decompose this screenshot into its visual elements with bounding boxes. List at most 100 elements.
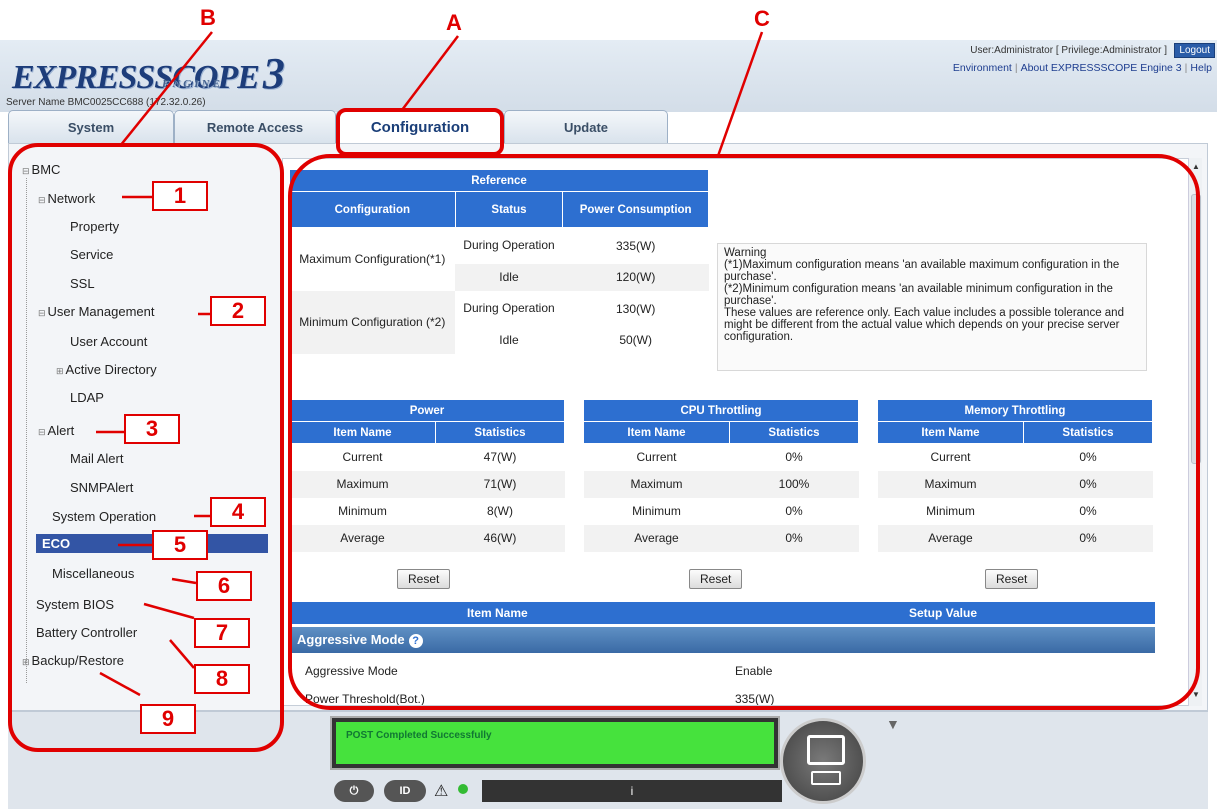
stat-value: 47(W) [483, 450, 517, 465]
table-title: Memory Throttling [877, 399, 1153, 422]
server-name: Server Name BMC0025CC688 (172.32.0.26) [6, 97, 206, 108]
ref-value: 130(W) [562, 290, 709, 327]
environment-link[interactable]: Environment [950, 62, 1015, 74]
setup-header: Item Name Setup Value [289, 602, 1155, 624]
stat-label: Current [342, 450, 383, 465]
stat-value: 0% [1023, 524, 1153, 552]
scroll-thumb[interactable] [1191, 194, 1201, 464]
logout-button[interactable]: Logout [1174, 43, 1215, 58]
ref-value: 50(W) [619, 333, 652, 347]
memory-throttling-table: Memory Throttling Item Name Statistics Cu… [877, 399, 1153, 552]
warning-line: These values are reference only. Each va… [724, 307, 1124, 319]
keyboard-icon [811, 771, 841, 785]
col-item-name: Item Name [583, 421, 730, 444]
cpu-reset-button[interactable]: Reset [689, 569, 743, 589]
content-scrollbar[interactable]: ▲ ▼ [1188, 158, 1202, 706]
annotation-number: 4 [210, 497, 266, 527]
power-icon[interactable]: ⏻ [334, 780, 374, 802]
status-bar: i [482, 780, 782, 802]
col-status: Status [454, 191, 564, 228]
ref-status: During Operation [455, 290, 563, 327]
callout-c: C [754, 6, 770, 31]
tree-item-alert[interactable]: ⊟ Alert [38, 423, 74, 438]
power-table: Power Item Name Statistics Current 47(W) M… [289, 399, 565, 552]
tree-item-bmc[interactable]: ⊟ BMC [22, 162, 60, 177]
stat-label: Minimum [338, 504, 387, 518]
tab-configuration[interactable]: Configuration [336, 110, 504, 144]
tab-update[interactable]: Update [504, 110, 668, 144]
cpu-throttling-table: CPU Throttling Item Name Statistics Curre… [583, 399, 859, 552]
scroll-down-icon[interactable]: ▼ [1192, 690, 1200, 699]
tree-item-service[interactable]: Service [70, 247, 113, 262]
tree-item-user-account[interactable]: User Account [70, 334, 147, 349]
ref-max-config: Maximum Configuration(*1) [299, 251, 446, 266]
col-statistics: Statistics [435, 421, 565, 444]
stat-value: 0% [1079, 504, 1097, 518]
about-link[interactable]: About EXPRESSSCOPE Engine 3 [1018, 62, 1185, 74]
user-info: User:Administrator [ Privilege:Administr… [970, 45, 1167, 56]
col-item-name: Item Name [289, 421, 436, 444]
stat-label: Maximum [877, 470, 1024, 498]
power-reset-button[interactable]: Reset [397, 569, 451, 589]
tree-item-user-management[interactable]: ⊟ User Management [38, 304, 155, 319]
stat-value: 0% [785, 450, 803, 465]
col-statistics: Statistics [1023, 421, 1153, 444]
tree-guide-line [26, 178, 27, 683]
annotation-number: 6 [196, 571, 252, 601]
aggressive-mode-section: Aggressive Mode? [289, 627, 1155, 653]
tree-item-ldap[interactable]: LDAP [70, 390, 104, 405]
tree-item-network[interactable]: ⊟ Network [38, 191, 95, 206]
scroll-up-icon[interactable]: ▲ [1192, 162, 1200, 171]
stat-value: 46(W) [435, 524, 565, 552]
stat-value: 0% [785, 504, 803, 518]
annotation-number: 8 [194, 664, 250, 694]
reference-title: Reference [289, 169, 709, 192]
tab-system[interactable]: System [8, 110, 174, 144]
warning-line: (*1)Maximum configuration means 'an avai… [724, 259, 1120, 283]
tree-item-battery-controller[interactable]: Battery Controller [36, 625, 137, 640]
tree-item-backup-restore[interactable]: ⊞ Backup/Restore [22, 653, 124, 668]
stat-label: Average [289, 524, 436, 552]
tree-item-mail-alert[interactable]: Mail Alert [70, 451, 123, 466]
status-led-icon [458, 784, 468, 794]
col-item-name: Item Name [877, 421, 1024, 444]
warning-line: might be different from the actual value… [724, 319, 1120, 343]
tree-item-ssl[interactable]: SSL [70, 276, 95, 291]
stat-value: 100% [729, 470, 859, 498]
col-power-consumption: Power Consumption [562, 191, 709, 228]
id-button[interactable]: ID [384, 780, 426, 802]
warning-line: (*2)Minimum configuration means 'an avai… [724, 283, 1113, 307]
tree-item-active-directory[interactable]: ⊞ Active Directory [56, 362, 157, 377]
help-link[interactable]: Help [1187, 62, 1215, 74]
eco-content-pane: Reference Configuration Status Power Con… [282, 158, 1194, 706]
annotation-number: 3 [124, 414, 180, 444]
stat-label: Average [877, 524, 1024, 552]
tree-item-miscellaneous[interactable]: Miscellaneous [52, 566, 134, 581]
callout-b: B [200, 5, 216, 30]
monitor-icon [807, 735, 845, 765]
warning-box: Warning (*1)Maximum configuration means … [717, 243, 1147, 371]
tree-item-system-bios[interactable]: System BIOS [36, 597, 114, 612]
setup-row: Power Threshold(Bot.) 335(W) [289, 687, 1155, 706]
logo: EXPRESSSCOPE3 ENGINE [12, 49, 285, 98]
remote-kvm-button[interactable] [780, 718, 866, 804]
ref-status: During Operation [463, 238, 555, 253]
tree-item-property[interactable]: Property [70, 219, 119, 234]
memory-reset-button[interactable]: Reset [985, 569, 1039, 589]
warning-title: Warning [724, 247, 767, 259]
col-statistics: Statistics [729, 421, 859, 444]
stat-value: 71(W) [435, 470, 565, 498]
tree-item-system-operation[interactable]: System Operation [52, 509, 156, 524]
lcd-display: POST Completed Successfully [336, 722, 774, 764]
help-icon[interactable]: ? [408, 634, 423, 648]
reference-table: Reference Configuration Status Power Con… [289, 169, 709, 354]
stat-label: Average [583, 524, 730, 552]
panel-toggle-icon[interactable]: ▼ [886, 716, 900, 732]
annotation-number: 9 [140, 704, 196, 734]
setup-row-label: Power Threshold(Bot.) [305, 692, 425, 706]
stat-label: Minimum [926, 504, 975, 518]
tab-remote-access[interactable]: Remote Access [174, 110, 336, 144]
stat-label: Current [930, 450, 971, 465]
tree-item-snmp-alert[interactable]: SNMPAlert [70, 480, 133, 495]
ref-status: Idle [455, 263, 563, 291]
